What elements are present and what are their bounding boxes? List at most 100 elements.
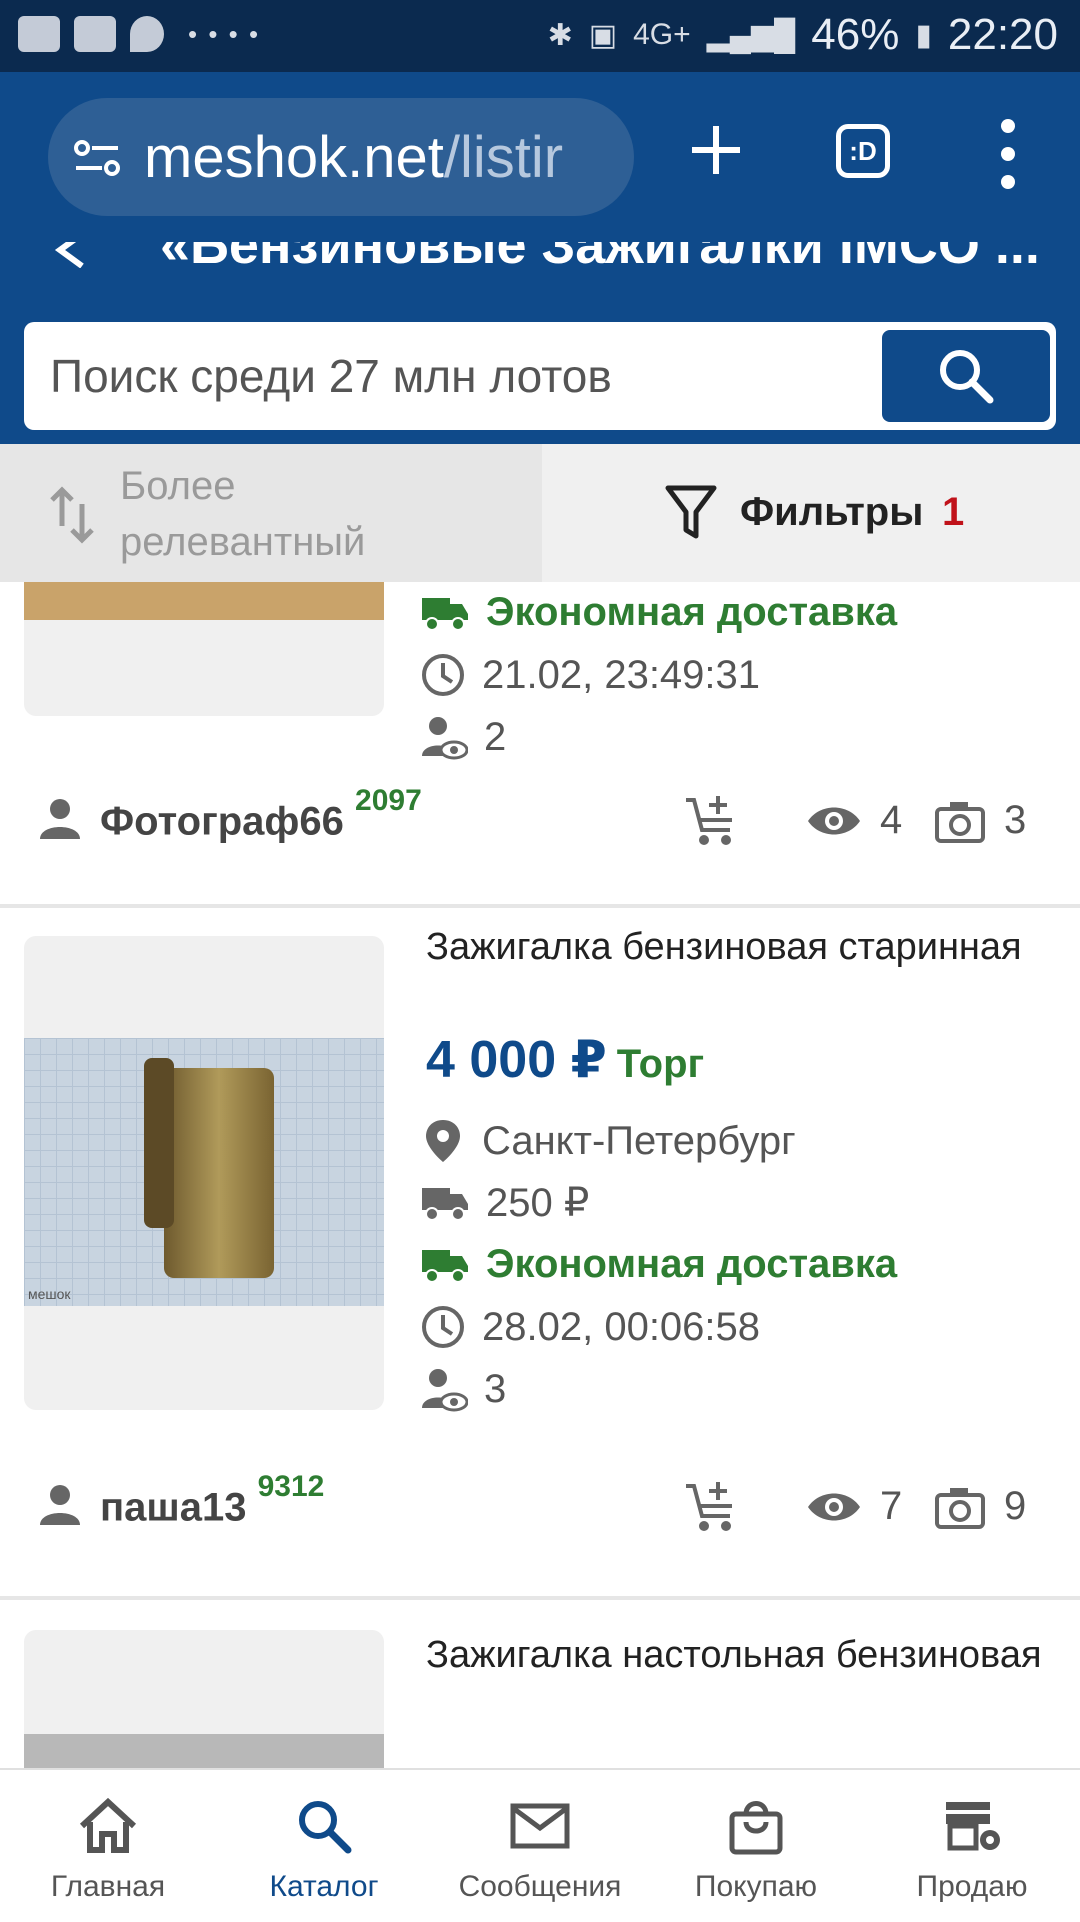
nav-messages[interactable]: Сообщения (432, 1770, 648, 1922)
eye-icon (808, 807, 860, 834)
site-settings-icon[interactable] (74, 138, 120, 178)
add-to-cart-icon[interactable] (684, 1480, 740, 1534)
clock-icon (422, 1306, 464, 1348)
photos-stat: 3 (934, 798, 1026, 843)
delivery-row: Экономная доставка (420, 1242, 897, 1287)
seller[interactable]: паша13 9312 (38, 1470, 324, 1530)
status-indicators: ✱ ▣ 4G+ ▂▄▆█ 46% ▮ 22:20 (548, 10, 1058, 60)
bargain-label: Торг (616, 1042, 705, 1086)
clock: 22:20 (947, 10, 1058, 59)
battery-icon: ▮ (915, 18, 932, 52)
back-arrow-icon[interactable] (52, 242, 88, 268)
economy-delivery-label: Экономная доставка (486, 1242, 898, 1286)
watermark: мешок (28, 1286, 71, 1302)
image-icon (74, 16, 116, 52)
photos-count: 9 (1004, 1484, 1027, 1528)
list-item[interactable]: Зажигалка настольная бензиновая (0, 1600, 1080, 1768)
filters-label: Фильтры (740, 490, 924, 534)
seller-rating: 9312 (257, 1470, 325, 1503)
page-header: «Бензиновые Зажигалки IMCO ... (0, 242, 1080, 444)
delivery-row: Экономная доставка (420, 590, 897, 635)
nav-home-label: Главная (50, 1870, 166, 1903)
camera-icon (935, 1487, 985, 1529)
lighter-image (164, 1068, 274, 1278)
views-stat: 4 (806, 798, 902, 843)
views-count: 4 (880, 798, 903, 842)
list-item[interactable]: Экономная доставка 21.02, 23:49:31 2 Фот… (0, 582, 1080, 908)
seller-name: паша13 (100, 1485, 247, 1530)
watchers-row: 3 (420, 1366, 506, 1412)
store-settings-icon (946, 1802, 1000, 1851)
shipping-cost: 250 ₽ (486, 1181, 590, 1225)
watchers-row: 2 (420, 714, 506, 760)
eye-icon (808, 1493, 860, 1520)
new-tab-icon[interactable] (686, 120, 746, 180)
location-pin-icon (426, 1120, 460, 1162)
url-text[interactable]: meshok.net/listir (144, 124, 624, 191)
bluetooth-icon: ✱ (547, 18, 573, 52)
search-input[interactable] (24, 322, 864, 430)
location: Санкт-Петербург (482, 1118, 796, 1163)
nav-selling[interactable]: Продаю (864, 1770, 1080, 1922)
nav-catalog[interactable]: Каталог (216, 1770, 432, 1922)
nav-buying[interactable]: Покупаю (648, 1770, 864, 1922)
nav-buying-label: Покупаю (694, 1870, 818, 1903)
watchers-icon (422, 717, 468, 760)
battery-percent: 46% (811, 10, 900, 59)
photos-count: 3 (1004, 798, 1027, 842)
bottom-navigation: Главная Каталог Сообщения Покупаю Продаю (0, 1768, 1080, 1922)
truck-icon (422, 1249, 468, 1283)
filters-button[interactable]: Фильтры 1 (542, 444, 1080, 582)
location-icon (130, 16, 164, 52)
item-photo (24, 1734, 384, 1768)
item-thumbnail[interactable] (24, 1630, 384, 1768)
home-icon (79, 1797, 137, 1853)
item-photo (24, 582, 384, 620)
end-time: 21.02, 23:49:31 (482, 652, 761, 697)
shipping-row: 250 ₽ (420, 1180, 589, 1226)
lighter-wheel-image (144, 1058, 174, 1228)
network-type: 4G+ (633, 18, 691, 51)
sort-button[interactable]: Более релевантный (0, 444, 542, 582)
views-count: 7 (880, 1484, 903, 1528)
list-item[interactable]: мешок Зажигалка бензиновая старинная 4 0… (0, 908, 1080, 1600)
camera-icon (935, 801, 985, 843)
add-to-cart-icon[interactable] (684, 794, 740, 848)
status-notifications: • • • • (18, 16, 260, 52)
signal-icon: ▂▄▆█ (706, 18, 796, 52)
end-time-row: 28.02, 00:06:58 (420, 1304, 760, 1350)
sort-arrows-icon (50, 486, 94, 544)
item-thumbnail[interactable]: мешок (24, 936, 384, 1410)
nav-selling-label: Продаю (916, 1870, 1028, 1903)
end-time-row: 21.02, 23:49:31 (420, 652, 760, 698)
economy-delivery-label: Экономная доставка (486, 590, 898, 634)
search-icon (299, 1801, 352, 1854)
item-title[interactable]: Зажигалка бензиновая старинная (426, 918, 1046, 976)
search-box (24, 322, 1056, 430)
tab-switcher-button[interactable]: :D (836, 124, 890, 178)
search-button[interactable] (882, 330, 1050, 422)
nav-home[interactable]: Главная (0, 1770, 216, 1922)
item-thumbnail[interactable] (24, 582, 384, 716)
mail-icon (510, 1803, 570, 1849)
sort-filter-bar: Более релевантный Фильтры 1 (0, 444, 1080, 582)
end-time: 28.02, 00:06:58 (482, 1304, 761, 1349)
truck-icon (422, 597, 468, 631)
seller[interactable]: Фотограф66 2097 (38, 784, 422, 844)
address-bar[interactable]: meshok.net/listir (48, 98, 634, 216)
user-icon (40, 1485, 80, 1526)
item-photo: мешок (24, 1038, 384, 1306)
nav-messages-label: Сообщения (458, 1870, 622, 1903)
filters-count-badge: 1 (942, 490, 965, 534)
seller-rating: 2097 (355, 784, 422, 817)
overflow-menu-icon[interactable] (998, 116, 1018, 192)
user-icon (40, 799, 80, 840)
more-notifications-icon: • • • • (188, 18, 261, 49)
watchers-icon (422, 1369, 468, 1412)
watchers-count: 2 (484, 714, 507, 759)
clock-icon (422, 654, 464, 696)
item-title[interactable]: Зажигалка настольная бензиновая (426, 1626, 1046, 1684)
hd-voice-icon: ▣ (588, 18, 618, 52)
item-price: 4 000 ₽ Торг (426, 1031, 705, 1089)
shopping-bag-icon (729, 1801, 783, 1855)
